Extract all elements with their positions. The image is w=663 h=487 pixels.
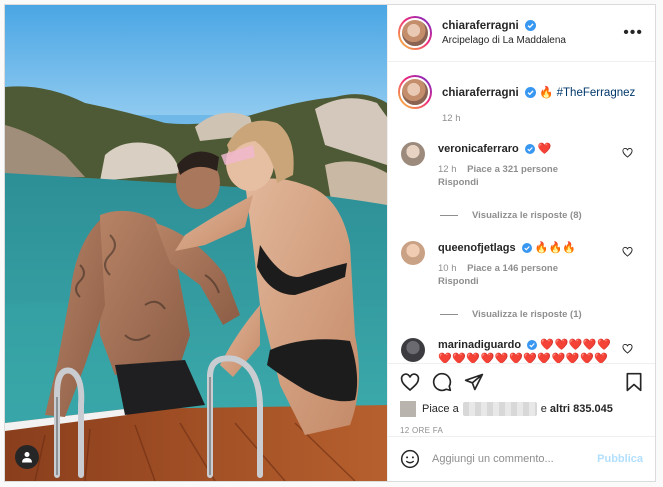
post-actions-section: Piace a e altri 835.045 12 ORE FA <box>388 363 655 435</box>
add-comment-bar: Pubblica <box>388 436 655 481</box>
post-location[interactable]: Arcipelago di La Maddalena <box>442 35 623 46</box>
likes-prefix: Piace a <box>422 403 459 415</box>
comment-text: 🔥🔥🔥 <box>534 242 576 254</box>
instagram-post: chiaraferragni Arcipelago di La Maddalen… <box>4 4 656 482</box>
author-avatar[interactable] <box>398 16 432 50</box>
view-replies-label: Visualizza le risposte (1) <box>472 309 582 320</box>
reply-button[interactable]: Rispondi <box>438 276 621 287</box>
liker-names-blurred <box>462 402 537 416</box>
commenter-avatar[interactable] <box>401 338 425 362</box>
commenter-avatar[interactable] <box>401 142 425 166</box>
emoji-smile-icon[interactable] <box>400 449 420 469</box>
caption-author-avatar[interactable] <box>398 75 432 109</box>
commenter-username[interactable]: queenofjetlags <box>438 242 516 254</box>
comment-item: marinadiguardo ❤️❤️❤️❤️❤️❤️❤️❤️❤️❤️❤️❤️❤… <box>398 338 643 363</box>
paper-plane-icon[interactable] <box>464 372 484 392</box>
view-replies-button[interactable]: Visualizza le risposte (1) <box>440 309 643 320</box>
view-replies-label: Visualizza le risposte (8) <box>472 210 582 221</box>
comment-text: ❤️ <box>537 143 553 155</box>
view-replies-button[interactable]: Visualizza le risposte (8) <box>440 210 643 221</box>
likes-joiner: e <box>540 403 547 415</box>
post-photo[interactable] <box>5 5 387 481</box>
post-side-panel: chiaraferragni Arcipelago di La Maddalen… <box>387 5 655 481</box>
bookmark-icon[interactable] <box>625 372 643 392</box>
verified-badge-icon <box>524 20 536 31</box>
liker-avatar[interactable] <box>400 401 416 417</box>
commenter-username[interactable]: veronicaferraro <box>438 143 519 155</box>
user-tag-icon[interactable] <box>15 445 39 469</box>
caption-hashtag[interactable]: #TheFerragnez <box>557 87 636 99</box>
heart-icon[interactable] <box>400 372 420 392</box>
reply-button[interactable]: Rispondi <box>438 177 621 188</box>
post-header: chiaraferragni Arcipelago di La Maddalen… <box>388 5 655 62</box>
comments-list[interactable]: chiaraferragni 🔥 #TheFerragnez 12 h vero… <box>388 63 655 363</box>
comment-item: veronicaferraro ❤️ 12 h Piace a 321 pers… <box>398 142 643 188</box>
post-caption: chiaraferragni 🔥 #TheFerragnez <box>398 75 643 109</box>
verified-badge-icon <box>527 340 538 350</box>
verified-badge-icon <box>521 243 532 253</box>
commenter-avatar[interactable] <box>401 241 425 265</box>
likes-count[interactable]: altri 835.045 <box>550 403 613 415</box>
author-username[interactable]: chiaraferragni <box>442 20 519 32</box>
comment-time[interactable]: 12 h <box>438 164 457 175</box>
comment-likes[interactable]: Piace a 146 persone <box>467 263 558 274</box>
comment-input[interactable] <box>432 453 598 465</box>
likes-summary[interactable]: Piace a e altri 835.045 <box>400 401 643 417</box>
more-options-icon[interactable]: ••• <box>623 25 643 41</box>
comment-heart-icon[interactable] <box>622 148 633 158</box>
commenter-username[interactable]: marinadiguardo <box>438 339 521 351</box>
comment-heart-icon[interactable] <box>622 247 633 257</box>
verified-badge-icon <box>524 87 536 98</box>
comment-likes[interactable]: Piace a 321 persone <box>467 164 558 175</box>
photo-illustration <box>5 5 387 481</box>
comment-time[interactable]: 10 h <box>438 263 457 274</box>
comment-heart-icon[interactable] <box>622 344 633 354</box>
publish-button[interactable]: Pubblica <box>597 453 643 465</box>
verified-badge-icon <box>524 144 535 154</box>
comment-item: queenofjetlags 🔥🔥🔥 10 h Piace a 146 pers… <box>398 241 643 287</box>
caption-username[interactable]: chiaraferragni <box>442 87 519 99</box>
comment-icon[interactable] <box>432 372 452 392</box>
caption-emoji: 🔥 <box>539 87 554 99</box>
caption-time[interactable]: 12 h <box>442 113 643 124</box>
posted-time[interactable]: 12 ORE FA <box>400 426 643 435</box>
action-bar <box>400 372 643 392</box>
